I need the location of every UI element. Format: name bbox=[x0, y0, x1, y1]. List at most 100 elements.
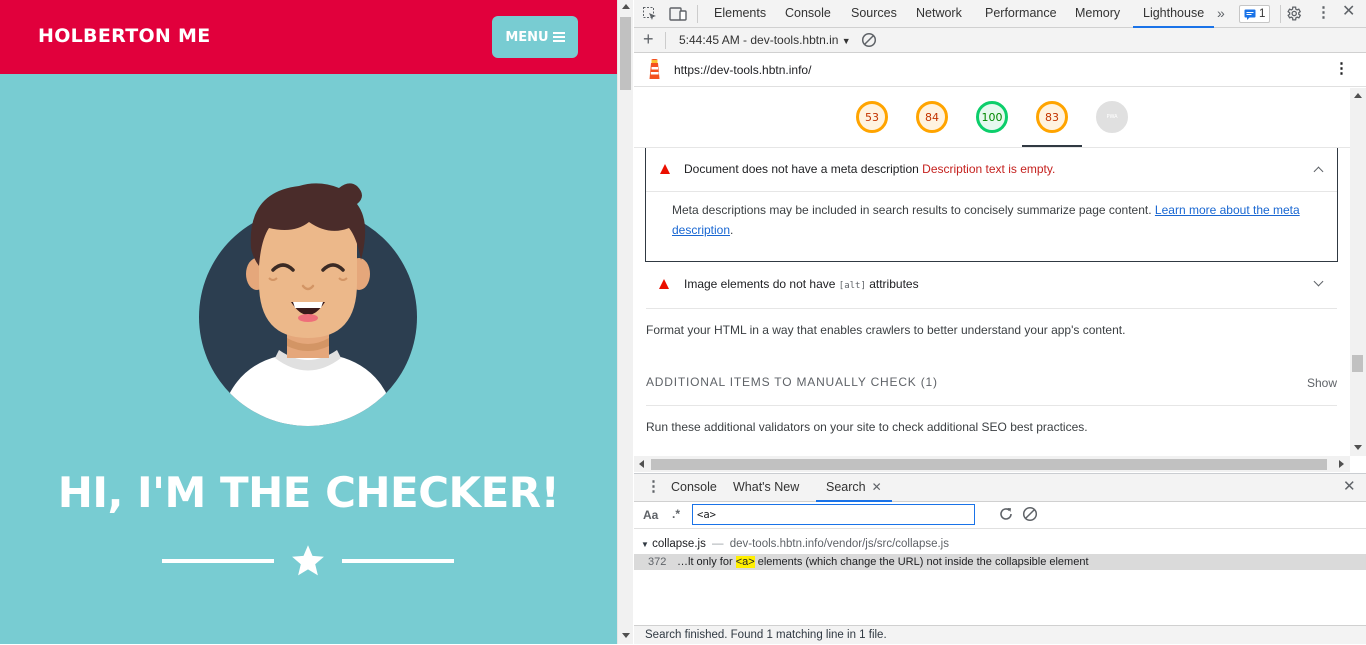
scroll-down-arrow-icon[interactable] bbox=[1354, 445, 1362, 450]
audit-header-meta[interactable]: Document does not have a meta descriptio… bbox=[684, 162, 1055, 176]
search-match-highlight: <a> bbox=[735, 556, 755, 568]
drawer-tab-search-label: Search bbox=[826, 480, 866, 494]
tab-network[interactable]: Network bbox=[916, 0, 962, 28]
manual-check-description: Run these additional validators on your … bbox=[646, 420, 1088, 434]
expand-triangle-icon: ▼ bbox=[641, 540, 649, 549]
scroll-right-arrow-icon[interactable] bbox=[1339, 460, 1344, 468]
seo-score[interactable]: 83 bbox=[1036, 101, 1068, 133]
result-line-text: …lt only for <a> elements (which change … bbox=[677, 556, 1089, 568]
audit-title-end: attributes bbox=[869, 277, 919, 291]
scroll-up-arrow-icon[interactable] bbox=[1354, 93, 1362, 98]
audit-title: Image elements do not have bbox=[684, 277, 836, 291]
result-line-row[interactable]: 372 …lt only for <a> elements (which cha… bbox=[634, 554, 1366, 570]
close-devtools-icon[interactable]: ✕ bbox=[1342, 4, 1355, 20]
score-gauges: 53 84 100 83 PWA bbox=[634, 88, 1350, 148]
toolbar-separator bbox=[665, 32, 666, 49]
drawer-tab-search[interactable]: Search ✕ bbox=[816, 474, 892, 502]
audit-image-alt[interactable]: Image elements do not have [alt] attribu… bbox=[684, 277, 919, 291]
lighthouse-report-content: Document does not have a meta descriptio… bbox=[634, 148, 1350, 456]
drawer-tab-console[interactable]: Console bbox=[671, 474, 717, 502]
search-results: ▼ collapse.js — dev-tools.hbtn.info/vend… bbox=[634, 529, 1366, 625]
tab-performance[interactable]: Performance bbox=[985, 0, 1057, 28]
more-tabs-chevron-icon[interactable]: » bbox=[1217, 6, 1225, 20]
tab-elements[interactable]: Elements bbox=[714, 0, 766, 28]
result-file-path: dev-tools.hbtn.info/vendor/js/src/collap… bbox=[729, 538, 949, 550]
tab-memory[interactable]: Memory bbox=[1075, 0, 1120, 28]
expand-chevron-icon[interactable] bbox=[1313, 276, 1324, 287]
hamburger-icon bbox=[552, 30, 565, 44]
audit-error-text: Description text is empty. bbox=[922, 162, 1056, 176]
pwa-badge[interactable]: PWA bbox=[1096, 101, 1128, 133]
scroll-down-arrow-icon[interactable] bbox=[622, 633, 630, 638]
inspect-element-icon[interactable] bbox=[642, 6, 658, 22]
scroll-up-arrow-icon[interactable] bbox=[622, 4, 630, 9]
audit-title: Document does not have a meta descriptio… bbox=[684, 162, 919, 176]
manual-check-count: (1) bbox=[920, 375, 938, 389]
show-toggle[interactable]: Show bbox=[1307, 376, 1337, 390]
audit-code: [alt] bbox=[838, 281, 866, 291]
manual-check-title: ADDITIONAL ITEMS TO MANUALLY CHECK bbox=[646, 375, 917, 389]
report-vertical-scrollbar[interactable] bbox=[1350, 88, 1366, 456]
audit-meta-description-expanded: Document does not have a meta descriptio… bbox=[645, 148, 1338, 262]
menu-label: MENU bbox=[505, 29, 549, 45]
active-score-underline bbox=[1022, 145, 1082, 147]
fail-triangle-icon bbox=[659, 279, 669, 289]
star-icon bbox=[292, 545, 324, 576]
report-menu-icon[interactable]: ⋮ bbox=[1334, 61, 1349, 76]
report-url[interactable]: https://dev-tools.hbtn.info/ bbox=[674, 63, 811, 77]
more-options-icon[interactable]: ⋮ bbox=[1316, 5, 1331, 20]
clear-reports-icon[interactable] bbox=[861, 32, 877, 48]
result-line-number: 372 bbox=[648, 556, 667, 568]
menu-button[interactable]: MENU bbox=[492, 16, 578, 58]
divider bbox=[646, 191, 1337, 192]
divider bbox=[646, 405, 1337, 406]
issues-badge[interactable]: 1 bbox=[1239, 5, 1271, 23]
device-toolbar-icon[interactable] bbox=[669, 6, 687, 22]
new-report-plus-icon[interactable]: + bbox=[643, 30, 654, 48]
tab-sources[interactable]: Sources bbox=[851, 0, 897, 28]
result-file-name: collapse.js bbox=[652, 538, 706, 550]
site-brand[interactable]: HOLBERTON ME bbox=[38, 25, 211, 47]
best-practices-score[interactable]: 100 bbox=[976, 101, 1008, 133]
scrollbar-thumb[interactable] bbox=[1352, 355, 1363, 372]
drawer-tabbar: ⋮ Console What's New Search ✕ ✕ bbox=[634, 473, 1366, 502]
refresh-icon[interactable] bbox=[998, 506, 1014, 522]
scrollbar-thumb[interactable] bbox=[651, 459, 1327, 470]
divider bbox=[646, 308, 1337, 309]
match-case-toggle[interactable]: Aa bbox=[643, 508, 658, 522]
lighthouse-toolbar: + 5:44:45 AM - dev-tools.hbtn.in ▼ bbox=[634, 28, 1366, 53]
drawer-menu-icon[interactable]: ⋮ bbox=[646, 479, 661, 494]
message-icon bbox=[1244, 9, 1256, 20]
issues-count: 1 bbox=[1259, 8, 1266, 20]
accessibility-score[interactable]: 84 bbox=[916, 101, 948, 133]
report-selector[interactable]: 5:44:45 AM - dev-tools.hbtn.in ▼ bbox=[679, 33, 851, 47]
drawer-tab-whats-new[interactable]: What's New bbox=[733, 474, 799, 502]
audit-description-text: Meta descriptions may be included in sea… bbox=[672, 203, 1152, 217]
report-horizontal-scrollbar[interactable] bbox=[634, 456, 1350, 472]
settings-gear-icon[interactable] bbox=[1285, 5, 1302, 22]
tab-console[interactable]: Console bbox=[785, 0, 831, 28]
close-drawer-icon[interactable]: ✕ bbox=[1343, 479, 1356, 494]
clear-search-icon[interactable] bbox=[1022, 506, 1038, 522]
avatar-illustration bbox=[199, 183, 417, 426]
fail-triangle-icon bbox=[660, 164, 670, 174]
result-file-row[interactable]: ▼ collapse.js — dev-tools.hbtn.info/vend… bbox=[641, 538, 949, 550]
scrollbar-thumb[interactable] bbox=[620, 17, 631, 90]
hero-title: HI, I'M THE CHECKER! bbox=[57, 468, 560, 517]
site-header: HOLBERTON ME MENU bbox=[0, 0, 617, 74]
search-input[interactable] bbox=[692, 504, 975, 525]
search-toolbar: Aa .* bbox=[634, 502, 1366, 529]
page-scrollbar[interactable] bbox=[617, 0, 633, 644]
collapse-chevron-icon[interactable] bbox=[1313, 166, 1324, 177]
devtools-main-tabbar: Elements Console Sources Network Perform… bbox=[634, 0, 1366, 28]
search-status: Search finished. Found 1 matching line i… bbox=[634, 625, 1366, 644]
tab-lighthouse[interactable]: Lighthouse bbox=[1133, 0, 1215, 28]
regex-toggle[interactable]: .* bbox=[672, 507, 680, 521]
report-url-bar: https://dev-tools.hbtn.info/ ⋮ bbox=[634, 54, 1366, 87]
divider-line-left bbox=[162, 559, 274, 563]
close-tab-icon[interactable]: ✕ bbox=[872, 474, 882, 500]
scroll-left-arrow-icon[interactable] bbox=[639, 460, 644, 468]
result-separator: — bbox=[712, 538, 724, 550]
manual-check-header[interactable]: ADDITIONAL ITEMS TO MANUALLY CHECK (1) bbox=[646, 375, 938, 389]
performance-score[interactable]: 53 bbox=[856, 101, 888, 133]
